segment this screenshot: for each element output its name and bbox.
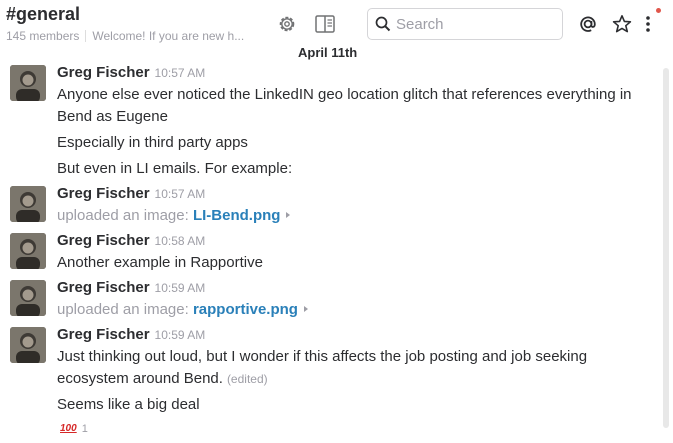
- edited-label: (edited): [226, 372, 268, 386]
- divider: [85, 30, 87, 42]
- expand-caret-icon[interactable]: [286, 212, 291, 218]
- reactions-bar: 100 1: [57, 418, 660, 438]
- upload-prefix: uploaded an image:: [57, 301, 189, 318]
- search-icon: [375, 16, 391, 37]
- avatar[interactable]: [10, 280, 46, 316]
- file-link[interactable]: LI-Bend.png: [193, 207, 280, 224]
- reaction-count: 1: [81, 422, 88, 435]
- avatar[interactable]: [10, 233, 46, 269]
- avatar[interactable]: [10, 186, 46, 222]
- message: Greg Fischer 10:58 AM Another example in …: [0, 230, 660, 277]
- message-text: Anyone else ever noticed the LinkedIN ge…: [57, 86, 632, 125]
- message-text: Especially in third party apps: [57, 134, 248, 151]
- message: Greg Fischer 10:57 AM Anyone else ever no…: [0, 62, 660, 180]
- scrollbar[interactable]: [663, 68, 669, 428]
- file-link[interactable]: rapportive.png: [193, 301, 298, 318]
- upload-prefix: uploaded an image:: [57, 207, 189, 224]
- message-text: Another example in Rapportive: [57, 254, 263, 271]
- message-timestamp[interactable]: 10:59 AM: [155, 328, 206, 342]
- channel-topic[interactable]: Welcome! If you are new h...: [92, 29, 244, 43]
- member-count[interactable]: 145 members: [6, 29, 79, 43]
- message-timestamp[interactable]: 10:57 AM: [155, 66, 206, 80]
- channel-meta: 145 members Welcome! If you are new h...: [6, 29, 244, 43]
- avatar[interactable]: [10, 327, 46, 363]
- expand-caret-icon[interactable]: [303, 306, 308, 312]
- avatar[interactable]: [10, 65, 46, 101]
- reaction-hundred[interactable]: 100 1: [57, 420, 91, 438]
- message: Greg Fischer 10:57 AM uploaded an image: …: [0, 183, 660, 230]
- message-author[interactable]: Greg Fischer: [57, 232, 150, 249]
- message-timestamp[interactable]: 10:57 AM: [155, 187, 206, 201]
- message: Greg Fischer 10:59 AM Just thinking out l…: [0, 324, 660, 438]
- sidebar-toggle-icon[interactable]: [314, 13, 336, 35]
- file-upload-line: uploaded an image: LI-Bend.png: [57, 205, 660, 227]
- gear-icon[interactable]: [276, 13, 298, 35]
- message-author[interactable]: Greg Fischer: [57, 64, 150, 81]
- star-icon[interactable]: [611, 13, 633, 35]
- search-input[interactable]: [396, 14, 556, 34]
- message-timestamp[interactable]: 10:59 AM: [155, 281, 206, 295]
- message-author[interactable]: Greg Fischer: [57, 185, 150, 202]
- channel-name[interactable]: #general: [6, 4, 80, 25]
- message-text: Just thinking out loud, but I wonder if …: [57, 346, 660, 390]
- message-text: But even in LI emails. For example:: [57, 160, 293, 177]
- more-icon[interactable]: [641, 13, 655, 35]
- message: Greg Fischer 10:59 AM uploaded an image: …: [0, 277, 660, 324]
- message-list: Greg Fischer 10:57 AM Anyone else ever no…: [0, 62, 660, 438]
- message-author[interactable]: Greg Fischer: [57, 279, 150, 296]
- message-author[interactable]: Greg Fischer: [57, 326, 150, 343]
- notification-dot: [656, 8, 661, 13]
- mentions-icon[interactable]: [577, 13, 599, 35]
- message-timestamp[interactable]: 10:58 AM: [155, 234, 206, 248]
- message-text-body: Just thinking out loud, but I wonder if …: [57, 348, 588, 387]
- file-upload-line: uploaded an image: rapportive.png: [57, 299, 660, 321]
- hundred-points-icon: 100: [60, 423, 77, 434]
- message-text: Seems like a big deal: [57, 396, 200, 413]
- search-box[interactable]: [367, 8, 563, 40]
- date-divider: April 11th: [287, 43, 369, 62]
